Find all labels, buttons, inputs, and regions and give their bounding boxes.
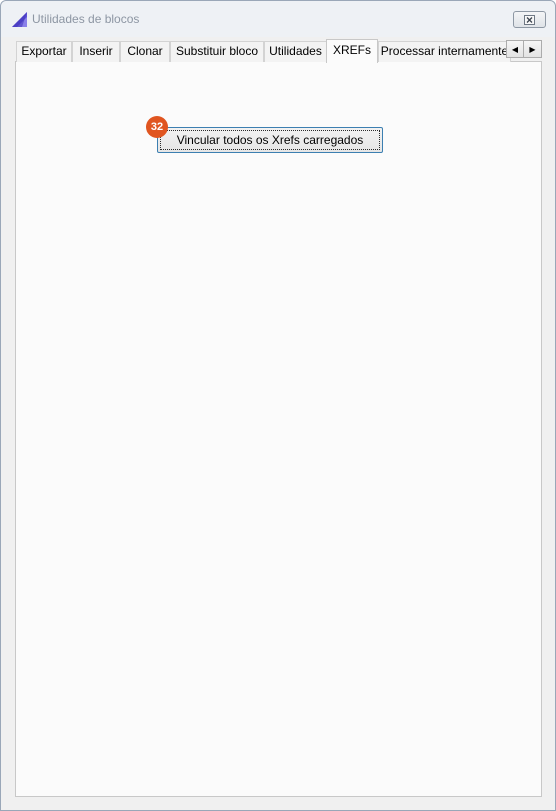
arrow-right-icon: ▶ [529, 44, 536, 54]
tab-strip: Exportar Inserir Clonar Substituir bloco… [16, 39, 541, 63]
tab-clonar[interactable]: Clonar [120, 41, 170, 62]
arrow-left-icon: ◀ [511, 44, 519, 54]
tab-scroll-left-button[interactable]: ◀ [506, 40, 524, 58]
title-bar[interactable]: Utilidades de blocos [1, 1, 555, 37]
bind-all-xrefs-button[interactable]: Vincular todos os Xrefs carregados [157, 127, 383, 153]
window-title: Utilidades de blocos [32, 12, 140, 26]
tab-utilidades[interactable]: Utilidades [264, 41, 327, 62]
tab-scroll-buttons: ◀ ▶ [506, 40, 542, 58]
tab-xrefs[interactable]: XREFs [326, 39, 378, 63]
xrefs-tab-panel [15, 61, 542, 797]
app-sail-icon [12, 12, 27, 27]
close-button[interactable] [513, 11, 546, 28]
tab-substituir-bloco[interactable]: Substituir bloco [170, 41, 264, 62]
tab-processar-internamente[interactable]: Processar internamente [378, 41, 511, 62]
step-badge: 32 [146, 116, 168, 138]
tab-exportar[interactable]: Exportar [16, 41, 72, 62]
dialog-window: Utilidades de blocos Exportar Inserir Cl… [0, 0, 556, 811]
close-icon [524, 14, 535, 25]
bind-all-xrefs-label: Vincular todos os Xrefs carregados [160, 130, 380, 150]
tab-scroll-right-button[interactable]: ▶ [524, 40, 542, 58]
tab-inserir[interactable]: Inserir [72, 41, 120, 62]
